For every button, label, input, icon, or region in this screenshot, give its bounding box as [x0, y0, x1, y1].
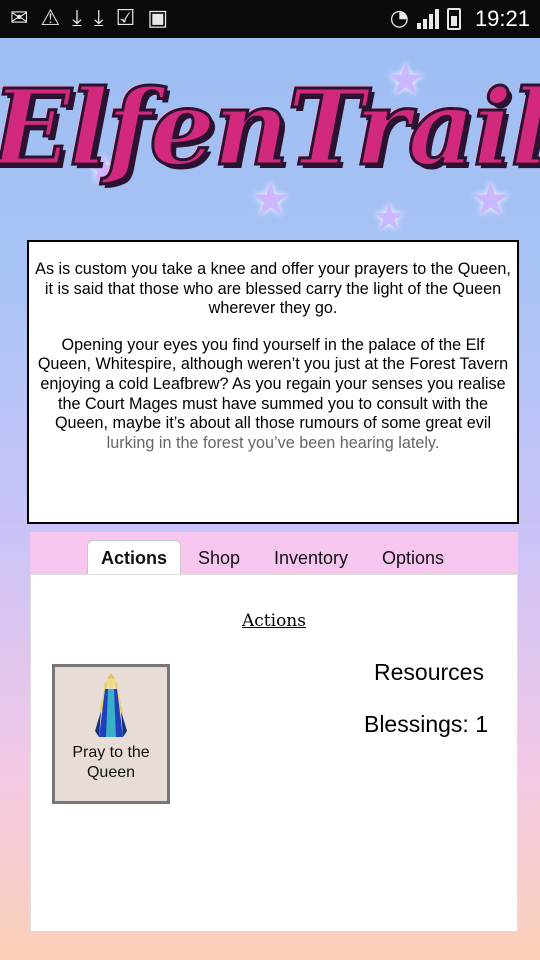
battery-icon	[446, 8, 461, 30]
tab-inventory[interactable]: Inventory	[264, 540, 358, 576]
story-paragraph-2-fade: lurking in the forest you’ve been hearin…	[106, 433, 440, 452]
signal-icon	[416, 9, 439, 29]
no-sim-icon: ▣	[147, 6, 169, 31]
resources-title: Resources	[374, 659, 484, 685]
sparkle-star-icon: ★	[372, 195, 407, 239]
story-paragraph-1: As is custom you take a knee and offer y…	[35, 260, 511, 318]
story-paragraph-2: Opening your eyes you find yourself in t…	[33, 336, 513, 454]
tab-actions[interactable]: Actions	[87, 540, 181, 576]
download-icon: ⤓	[72, 6, 82, 31]
game-logo: ElfenTrail	[0, 52, 540, 202]
warning-icon: ⚠	[40, 6, 61, 31]
tab-options[interactable]: Options	[374, 540, 452, 576]
pray-to-queen-label: Pray to the Queen	[72, 744, 150, 781]
status-bar: ✉ ⚠ ⤓ ⤓ ☑ ▣ ◔ 19:21	[0, 0, 540, 38]
tab-bar: Actions Shop Inventory Options	[30, 532, 518, 576]
gmail-icon: ✉	[10, 6, 29, 31]
logo-text: ElfenTrail	[0, 64, 540, 190]
story-box: As is custom you take a knee and offer y…	[27, 240, 519, 524]
blessings-count: Blessings: 1	[363, 711, 488, 737]
section-title: Actions	[242, 611, 306, 631]
download-icon: ⤓	[93, 6, 104, 31]
tab-content: Actions Pray to the Queen Resources Bles…	[30, 574, 518, 932]
tab-shop[interactable]: Shop	[190, 540, 248, 576]
clipboard-check-icon: ☑	[115, 6, 136, 31]
wifi-icon: ◔	[389, 6, 409, 31]
tab-panel: Actions Shop Inventory Options Actions P…	[30, 532, 518, 932]
elf-queen-icon	[95, 673, 127, 737]
pray-to-queen-button[interactable]: Pray to the Queen	[52, 664, 170, 804]
story-paragraph-2-text: Opening your eyes you find yourself in t…	[37, 335, 509, 433]
clock: 19:21	[474, 6, 530, 31]
